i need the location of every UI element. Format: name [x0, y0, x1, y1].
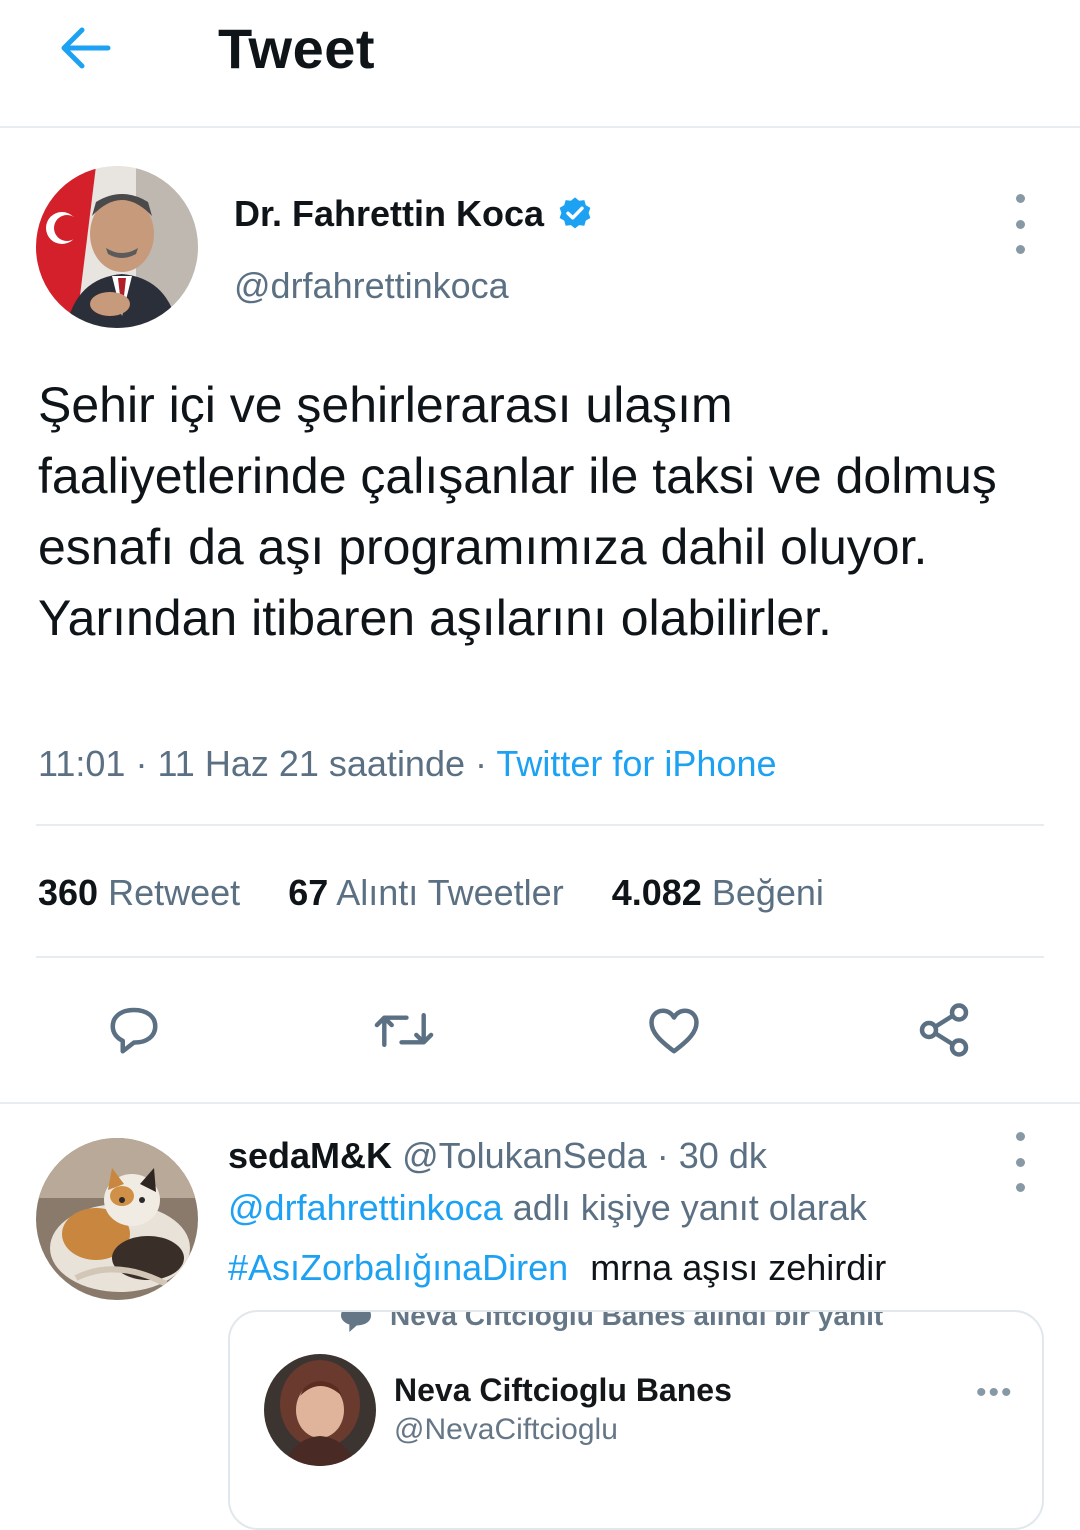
retweets-label: Retweet: [108, 872, 241, 913]
tweet-source-link[interactable]: Twitter for iPhone: [496, 743, 776, 784]
divider: [36, 956, 1044, 958]
speech-bubble-icon: [336, 1312, 376, 1347]
tweet-date: 11 Haz 21 saatinde: [157, 743, 465, 784]
verified-badge-icon: [556, 195, 594, 233]
arrow-left-icon: [61, 27, 111, 69]
like-icon: [649, 1008, 699, 1054]
quoted-top-text: Neva Ciftcioglu Banes alındı bir yanıt: [390, 1310, 884, 1331]
reply-text-body: mrna aşısı zehirdir: [590, 1247, 887, 1288]
reply-icon: [110, 1007, 158, 1054]
quoted-author-handle: @NevaCiftcioglu: [394, 1413, 618, 1446]
divider: [0, 1102, 1080, 1104]
quoted-more-icon: •••: [976, 1376, 1014, 1409]
reply-author-name[interactable]: sedaM&K: [228, 1135, 392, 1176]
likes-stat[interactable]: 4.082 Beğeni: [612, 872, 824, 913]
divider: [36, 824, 1044, 826]
meta-separator: ·: [475, 743, 488, 784]
quoted-image-card[interactable]: Neva Ciftcioglu Banes alındı bir yanıt N…: [228, 1310, 1044, 1530]
reply-time: · 30 dk: [656, 1135, 767, 1176]
reply-button[interactable]: [94, 990, 174, 1070]
more-dot-icon: [1015, 194, 1025, 203]
author-name[interactable]: Dr. Fahrettin Koca: [234, 192, 544, 236]
back-button[interactable]: [48, 18, 120, 78]
quoted-avatar: [264, 1354, 376, 1466]
quotes-stat[interactable]: 67 Alıntı Tweetler: [288, 872, 564, 913]
like-button[interactable]: [634, 990, 714, 1070]
more-dot-icon: [1015, 1183, 1025, 1192]
hashtag-link[interactable]: #AsıZorbalığınaDiren: [228, 1247, 568, 1288]
reply-avatar[interactable]: [36, 1138, 198, 1300]
tweet-more-button[interactable]: [1000, 194, 1040, 254]
meta-separator: ·: [135, 743, 148, 784]
mention-link[interactable]: @drfahrettinkoca: [228, 1187, 503, 1228]
reply-header: sedaM&K @TolukanSeda · 30 dk: [228, 1134, 767, 1178]
tweet-meta: 11:01 · 11 Haz 21 saatinde · Twitter for…: [38, 740, 777, 788]
share-icon: [919, 1003, 969, 1057]
author-handle[interactable]: @drfahrettinkoca: [234, 264, 509, 308]
tweet-stats: 360 Retweet 67 Alıntı Tweetler 4.082 Beğ…: [38, 868, 862, 918]
author-name-row[interactable]: Dr. Fahrettin Koca: [234, 192, 594, 236]
retweets-stat[interactable]: 360 Retweet: [38, 872, 240, 913]
more-dot-icon: [1015, 1157, 1025, 1167]
reply-author-handle[interactable]: @TolukanSeda: [402, 1135, 647, 1176]
replying-to: @drfahrettinkoca adlı kişiye yanıt olara…: [228, 1186, 867, 1230]
replying-to-label: adlı kişiye yanıt olarak: [502, 1187, 867, 1228]
likes-label: Beğeni: [711, 872, 824, 913]
retweet-icon: [374, 1013, 434, 1047]
reply-more-button[interactable]: [1000, 1132, 1040, 1192]
likes-count: 4.082: [611, 872, 702, 913]
author-avatar[interactable]: [36, 166, 198, 328]
quotes-label: Alıntı Tweetler: [336, 872, 564, 913]
top-bar: Tweet: [0, 0, 1080, 128]
more-dot-icon: [1015, 219, 1025, 229]
tweet-text: Şehir içi ve şehirlerarası ulaşım faaliy…: [38, 377, 997, 646]
retweets-count: 360: [38, 872, 99, 913]
share-button[interactable]: [904, 990, 984, 1070]
reply-text: #AsıZorbalığınaDiren mrna aşısı zehirdir: [228, 1246, 886, 1290]
more-dot-icon: [1015, 245, 1025, 254]
quoted-author-name: Neva Ciftcioglu Banes: [394, 1372, 732, 1408]
retweet-button[interactable]: [364, 990, 444, 1070]
tweet-time: 11:01: [38, 743, 126, 784]
more-dot-icon: [1015, 1132, 1025, 1141]
page-title: Tweet: [218, 17, 376, 80]
quotes-count: 67: [288, 872, 329, 913]
